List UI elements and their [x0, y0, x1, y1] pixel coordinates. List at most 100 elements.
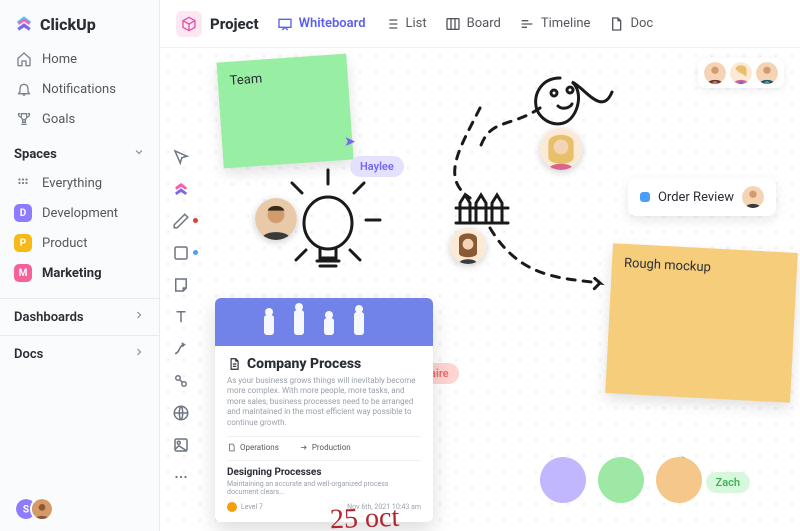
nav-notifications[interactable]: Notifications — [6, 74, 153, 104]
list-icon — [384, 16, 400, 32]
color-circles — [540, 457, 702, 503]
project-name: Project — [210, 15, 259, 33]
sticky-text: Rough mockup — [624, 256, 712, 276]
doc-title: Company Process — [227, 356, 421, 372]
avatar-icon — [704, 62, 726, 84]
doc-hero-image — [215, 298, 433, 346]
view-label: Whiteboard — [299, 16, 366, 31]
web-tool[interactable] — [172, 404, 190, 422]
space-product[interactable]: P Product — [0, 228, 159, 258]
view-doc[interactable]: Doc — [608, 16, 653, 32]
color-tool[interactable] — [172, 180, 190, 198]
select-tool[interactable] — [172, 148, 190, 166]
sidebar: ClickUp Home Notifications Goals Spaces … — [0, 0, 160, 531]
link-tool[interactable] — [172, 372, 190, 390]
doc-link-operations[interactable]: Operations — [227, 443, 279, 452]
sticky-note-team[interactable]: Team — [216, 54, 353, 169]
sidebar-people[interactable]: S — [14, 497, 54, 521]
sticky-note-rough[interactable]: Rough mockup — [605, 243, 798, 402]
handwritten-date[interactable]: 25 oct — [329, 502, 399, 531]
color-circle-orange[interactable] — [656, 457, 702, 503]
grid-icon — [14, 174, 32, 192]
shape-tool[interactable] — [172, 244, 190, 262]
nav-label: Notifications — [42, 82, 116, 97]
spaces-heading[interactable]: Spaces — [0, 134, 159, 168]
space-label: Product — [42, 236, 87, 251]
cursor-name: Zach — [716, 476, 740, 489]
tool-rail — [168, 148, 194, 486]
doc-title-text: Company Process — [247, 356, 361, 372]
space-label: Development — [42, 206, 118, 221]
text-tool[interactable] — [172, 308, 190, 326]
avatar-icon — [227, 502, 237, 512]
view-timeline[interactable]: Timeline — [519, 16, 591, 32]
chevron-right-icon — [133, 346, 145, 362]
app-logo[interactable]: ClickUp — [0, 0, 159, 44]
chevron-right-icon — [133, 309, 145, 325]
section-label: Dashboards — [14, 310, 84, 325]
doc-body: Company Process As your business grows t… — [215, 346, 433, 522]
cube-icon — [176, 11, 202, 37]
task-chip-order-review[interactable]: Order Review — [628, 178, 776, 216]
view-label: Timeline — [541, 16, 591, 31]
doc-icon — [608, 16, 624, 32]
bell-icon — [16, 81, 32, 97]
nav-home[interactable]: Home — [6, 44, 153, 74]
home-icon — [16, 51, 32, 67]
link-label: Operations — [240, 443, 279, 452]
canvas-avatar[interactable] — [540, 128, 582, 170]
connector-tool[interactable] — [172, 340, 190, 358]
space-marketing[interactable]: M Marketing — [0, 258, 159, 288]
svg-text:S: S — [23, 504, 29, 515]
doc-description: As your business grows things will inevi… — [227, 376, 421, 428]
space-label: Everything — [42, 176, 102, 191]
nav-label: Goals — [42, 112, 75, 127]
app-name: ClickUp — [40, 15, 96, 34]
view-whiteboard[interactable]: Whiteboard — [277, 16, 366, 32]
view-label: List — [406, 16, 427, 31]
doc-links: Operations Production — [227, 436, 421, 452]
view-list[interactable]: List — [384, 16, 427, 32]
avatar-icon — [756, 62, 778, 84]
timeline-icon — [519, 16, 535, 32]
primary-nav: Home Notifications Goals — [0, 44, 159, 134]
sticky-tool[interactable] — [172, 276, 190, 294]
pen-tool[interactable] — [172, 212, 190, 230]
space-label: Marketing — [42, 266, 102, 281]
project-selector[interactable]: Project — [176, 11, 259, 37]
doc-link-production[interactable]: Production — [299, 443, 351, 452]
space-everything[interactable]: Everything — [0, 168, 159, 198]
canvas-avatar[interactable] — [450, 228, 486, 264]
avatar-icon — [730, 62, 752, 84]
space-badge: P — [14, 234, 32, 252]
whiteboard-canvas[interactable]: Team Rough mockup ➤ Haylee ✎ Claire ➤ Za… — [160, 48, 800, 531]
doc-subheading: Designing Processes — [227, 460, 421, 478]
view-label: Doc — [630, 16, 653, 31]
presence-bar[interactable] — [698, 58, 784, 88]
more-tool[interactable] — [172, 468, 190, 486]
task-title: Order Review — [658, 190, 734, 205]
doc-level: Level 7 — [241, 503, 263, 511]
cursor-pointer-icon: ➤ — [344, 134, 356, 150]
task-status-icon — [640, 192, 650, 202]
sticky-text: Team — [229, 72, 262, 89]
trophy-icon — [16, 111, 32, 127]
space-badge: M — [14, 264, 32, 282]
section-label: Docs — [14, 347, 43, 362]
doc-sub-description: Maintaining an accurate and well-organiz… — [227, 480, 421, 496]
canvas-avatar[interactable] — [255, 198, 297, 240]
space-development[interactable]: D Development — [0, 198, 159, 228]
section-docs[interactable]: Docs — [0, 335, 159, 372]
color-circle-purple[interactable] — [540, 457, 586, 503]
clickup-logo-icon — [14, 14, 34, 34]
color-circle-green[interactable] — [598, 457, 644, 503]
nav-goals[interactable]: Goals — [6, 104, 153, 134]
view-board[interactable]: Board — [445, 16, 501, 32]
section-dashboards[interactable]: Dashboards — [0, 298, 159, 335]
cursor-label-zach: Zach — [706, 472, 750, 493]
avatar-icon — [30, 497, 54, 521]
image-tool[interactable] — [172, 436, 190, 454]
avatar-icon — [742, 186, 764, 208]
doc-card-company-process[interactable]: Company Process As your business grows t… — [215, 298, 433, 522]
doc-icon — [227, 357, 241, 371]
